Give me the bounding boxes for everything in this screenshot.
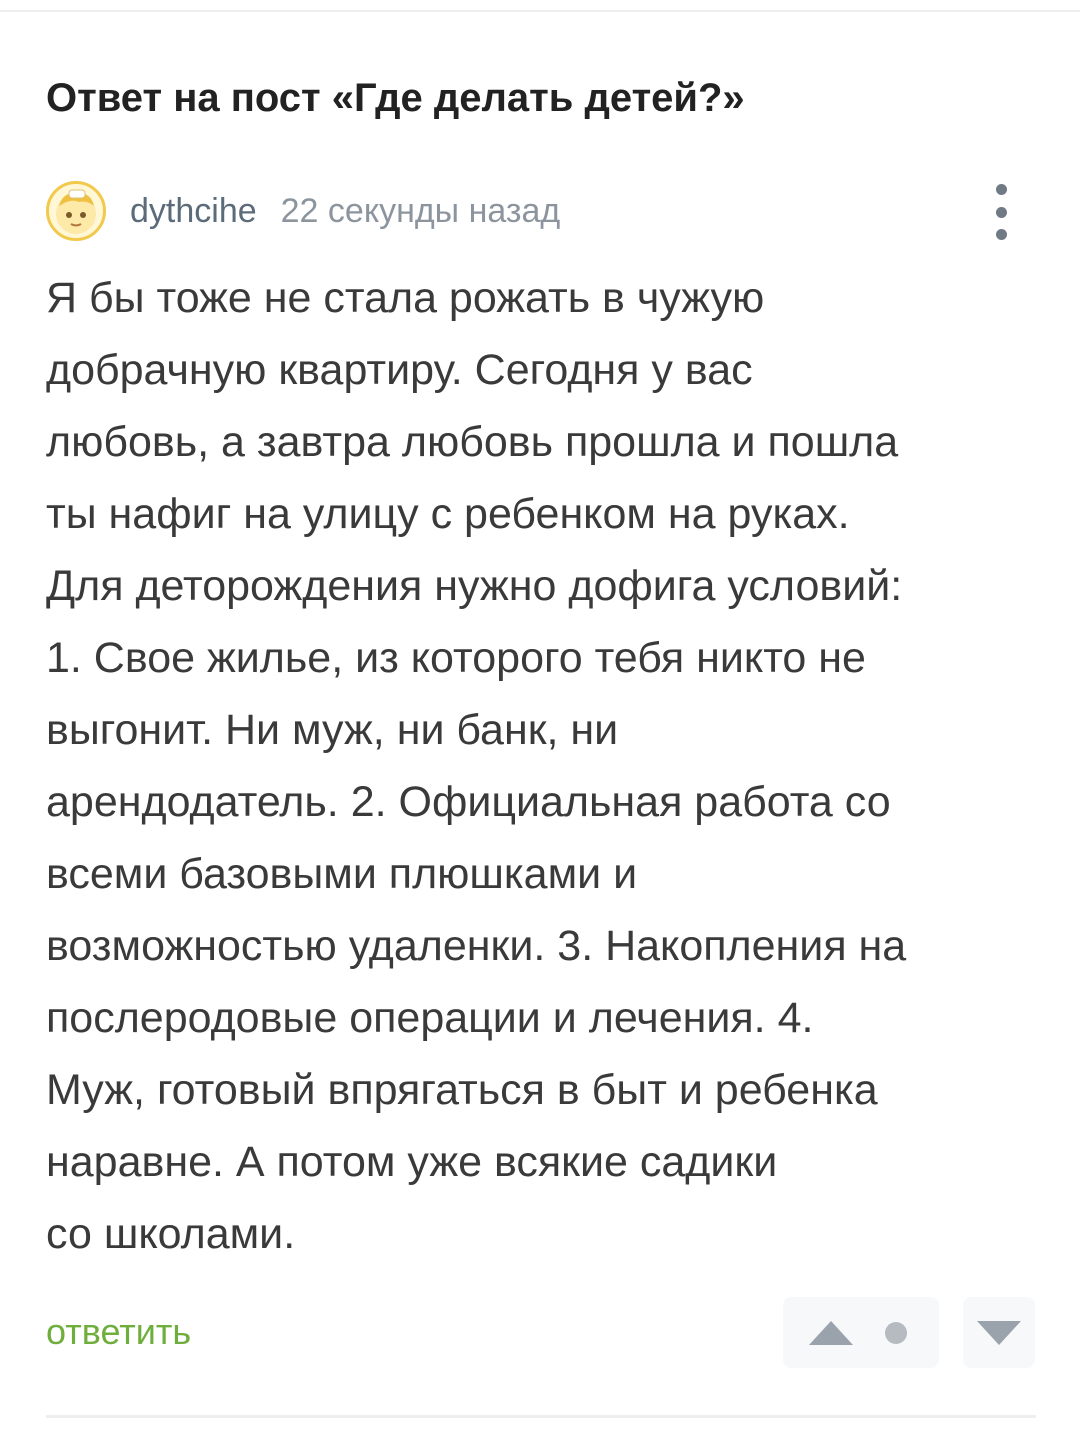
comment-timestamp[interactable]: 22 секунды назад <box>281 191 561 231</box>
avatar-face-icon <box>56 189 96 234</box>
comment-line: любовь, а завтра любовь прошла и пошла <box>46 418 899 466</box>
comment-line: со школами. <box>46 1210 296 1258</box>
comment-line: добрачную квартиру. Сегодня у вас <box>46 346 753 394</box>
comment-line: Муж, готовый впрягаться в быт и ребенка <box>46 1066 878 1114</box>
avatar[interactable] <box>46 181 106 241</box>
more-vertical-icon-dot <box>995 206 1007 218</box>
top-divider <box>0 10 1080 12</box>
reply-link[interactable]: ответить <box>46 1310 191 1354</box>
post-title[interactable]: Ответ на пост «Где делать детей?» <box>46 72 1036 124</box>
comment-line: возможностью удаленки. 3. Накопления на <box>46 922 907 970</box>
comment-line: ты нафиг на улицу с ребенком на руках. <box>46 490 850 538</box>
comment-body: Я бы тоже не стала рожать в чужую добрач… <box>46 262 1046 1270</box>
vote-up-box <box>783 1297 939 1368</box>
more-vertical-icon <box>995 184 1007 195</box>
triangle-up-icon[interactable] <box>807 1319 855 1347</box>
comment-line: арендодатель. 2. Официальная работа со <box>46 778 891 826</box>
comment-header: dythcihe 22 секунды назад <box>46 180 1036 242</box>
more-vertical-icon-dot <box>995 229 1007 240</box>
comment-author[interactable]: dythcihe <box>130 191 257 231</box>
comment-line: всеми базовыми плюшками и <box>46 850 638 898</box>
comment-line: наравне. А потом уже всякие садики <box>46 1138 778 1186</box>
comment-line: 1. Свое жилье, из которого тебя никто не <box>46 634 866 682</box>
triangle-down-icon <box>977 1321 1021 1345</box>
bottom-divider <box>46 1415 1036 1418</box>
comment-line: Для деторождения нужно дофига условий: <box>46 562 903 610</box>
comment-line: послеродовые операции и лечения. 4. <box>46 994 814 1042</box>
comment-line: Я бы тоже не стала рожать в чужую <box>46 274 765 322</box>
vote-down-button[interactable] <box>963 1297 1035 1368</box>
rating-dot-icon <box>885 1322 907 1344</box>
more-options-button[interactable] <box>984 184 1018 240</box>
comment-line: выгонит. Ни муж, ни банк, ни <box>46 706 619 754</box>
